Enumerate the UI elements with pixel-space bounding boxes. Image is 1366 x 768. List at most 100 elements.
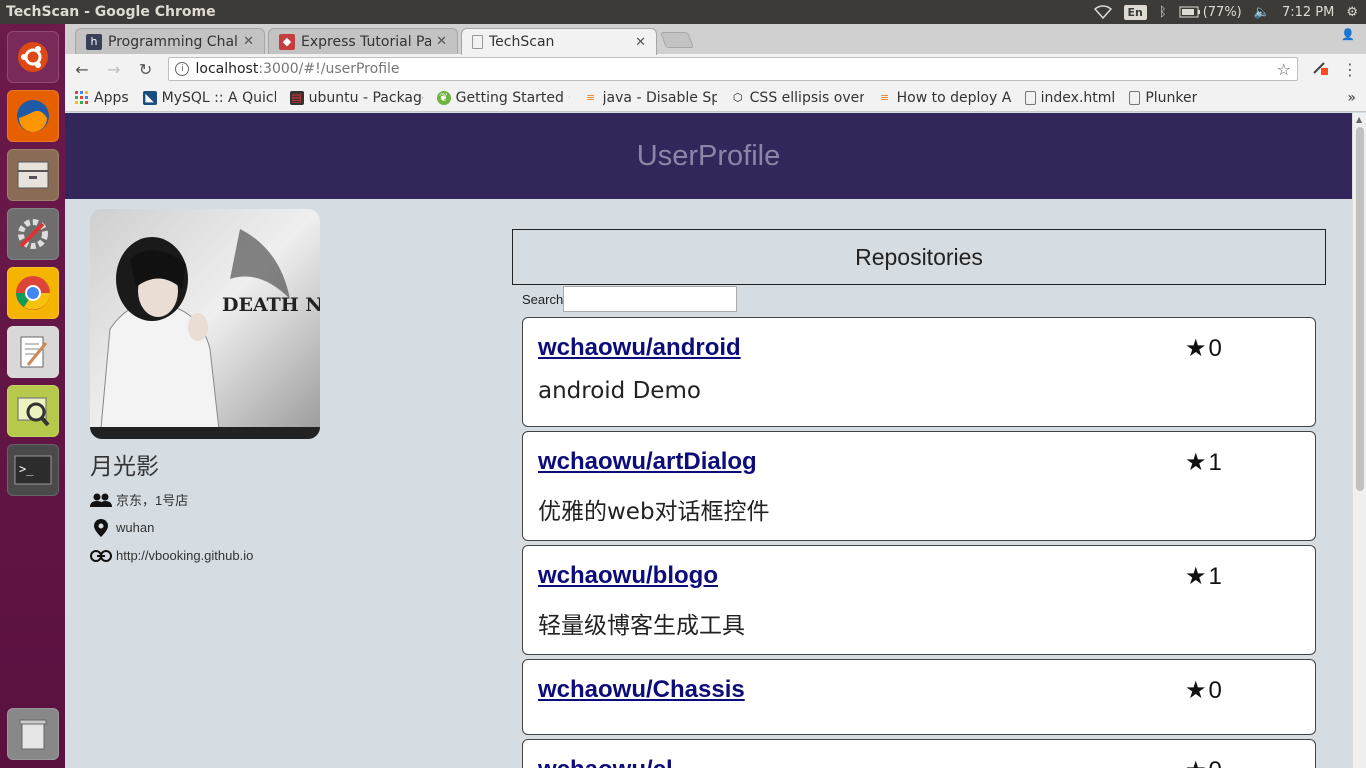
star-icon: ★ [1185, 677, 1207, 704]
bookmarks-bar: Apps ◣ MySQL :: A Quick ▤ ubuntu - Packa… [65, 84, 1366, 112]
profile-icon[interactable]: 👤 [1338, 28, 1358, 44]
trash-icon[interactable] [6, 708, 59, 760]
settings-gear-icon[interactable]: ⚙ [1346, 5, 1358, 20]
search-label: Search [522, 291, 564, 307]
menu-kebab-icon[interactable]: ⋮ [1342, 60, 1358, 79]
toolbar: ← → ↻ i localhost :3000/#!/userProfile ☆… [65, 54, 1366, 84]
bookmark-plunker[interactable]: Plunker [1129, 90, 1197, 106]
tab-techscan[interactable]: TechScan ✕ [461, 28, 657, 55]
indicators: En ᛒ (77%) 🔈 7:12 PM ⚙ [1093, 4, 1366, 20]
forward-arrow-icon[interactable]: → [105, 60, 123, 79]
star-count: 0 [1208, 676, 1222, 704]
reload-icon[interactable]: ↻ [137, 60, 155, 79]
battery-percent: (77%) [1202, 4, 1242, 20]
bluetooth-icon[interactable]: ᛒ [1159, 5, 1167, 20]
page-icon [1024, 90, 1036, 105]
bookmark-ubuntu-package[interactable]: ▤ ubuntu - Package [289, 89, 423, 106]
battery-indicator[interactable]: (77%) [1179, 5, 1242, 20]
repo-link[interactable]: wchaowu/artDialog [538, 448, 757, 475]
mdn-icon: ◆ [279, 33, 295, 50]
star-icon: ★ [1185, 449, 1207, 476]
image-viewer-icon[interactable] [6, 385, 59, 437]
repo-card: wchaowu/Chassis ★ 0 [522, 659, 1316, 735]
bookmark-label: How to deploy A [896, 89, 1011, 106]
close-icon[interactable]: ✕ [436, 34, 447, 49]
address-bar[interactable]: i localhost :3000/#!/userProfile ☆ [168, 57, 1298, 81]
search-input[interactable] [563, 286, 738, 312]
page-title: UserProfile [636, 139, 781, 172]
star-count: 1 [1208, 562, 1222, 590]
keyboard-layout-indicator[interactable]: En [1123, 4, 1147, 20]
repo-link[interactable]: wchaowu/cl [538, 756, 673, 768]
files-icon[interactable] [6, 149, 59, 201]
page-icon [1129, 90, 1141, 105]
bookmark-index-html[interactable]: index.html [1024, 90, 1115, 106]
star-icon: ★ [1185, 563, 1207, 590]
repo-description: 优雅的web对话框控件 [538, 499, 770, 525]
close-icon[interactable]: ✕ [243, 34, 254, 49]
repo-card: wchaowu/blogo ★ 1 轻量级博客生成工具 [522, 545, 1316, 655]
bookmark-label: Apps [94, 89, 129, 106]
bookmark-mysql[interactable]: ◣ MySQL :: A Quick [142, 90, 276, 106]
location-text: wuhan [116, 520, 155, 535]
tab-strip: h Programming Chall ✕ ◆ Express Tutorial… [65, 24, 1366, 55]
avatar: DEATH NOTE [90, 209, 320, 439]
bookmark-label: ubuntu - Package [308, 89, 423, 106]
terminal-icon[interactable]: >_ [6, 444, 59, 496]
top-panel: TechScan - Google Chrome En ᛒ (77%) 🔈 7:… [0, 0, 1366, 24]
star-count: 0 [1208, 334, 1222, 362]
repo-description: android Demo [538, 378, 701, 404]
bookmark-label: java - Disable Spr [602, 89, 717, 106]
battery-icon [1179, 6, 1200, 18]
repo-stars: ★ 0 [1185, 676, 1222, 705]
scrollbar-thumb[interactable] [1356, 127, 1364, 491]
vertical-scrollbar[interactable]: ▲ [1352, 113, 1366, 768]
repositories-panel: Repositories Search wchaowu/android ★ 0 … [512, 229, 1326, 768]
bookmark-apps[interactable]: Apps [75, 90, 129, 106]
search-row: Search [522, 285, 1326, 313]
bookmark-getting-started[interactable]: ❦ Getting Started · [436, 90, 570, 106]
tab-express-tutorial[interactable]: ◆ Express Tutorial Pa ✕ [268, 28, 458, 54]
clock[interactable]: 7:12 PM [1282, 5, 1334, 20]
scroll-up-arrow-icon[interactable]: ▲ [1356, 115, 1362, 124]
text-editor-icon[interactable] [6, 326, 59, 378]
star-icon: ★ [1185, 335, 1207, 362]
repo-stars: ★ 0 [1185, 756, 1222, 768]
firefox-icon[interactable] [6, 90, 59, 142]
stackoverflow-icon: ≡ [880, 91, 890, 104]
star-count: 1 [1208, 448, 1222, 476]
volume-icon[interactable]: 🔈 [1254, 5, 1270, 20]
profile-location: wuhan [90, 518, 390, 537]
mysql-icon: ◣ [142, 90, 157, 105]
bookmark-css-ellipsis[interactable]: ⬡ CSS ellipsis over [731, 90, 864, 106]
info-icon[interactable]: i [175, 62, 190, 76]
bookmark-star-icon[interactable]: ☆ [1277, 60, 1291, 79]
ubuntu-packages-icon: ▤ [289, 90, 304, 105]
new-tab-button[interactable] [660, 32, 694, 48]
extension-eyedropper-icon[interactable] [1312, 59, 1328, 79]
company-text: 京东，1号店 [116, 493, 189, 508]
wifi-icon[interactable] [1093, 5, 1112, 19]
back-arrow-icon[interactable]: ← [73, 60, 91, 79]
page-icon [472, 35, 483, 49]
repo-stars: ★ 0 [1185, 334, 1222, 363]
blog-link[interactable]: http://vbooking.github.io [116, 548, 253, 563]
tab-title: Programming Chall [108, 33, 238, 50]
url-host: localhost [195, 61, 259, 77]
chrome-icon[interactable] [6, 267, 59, 319]
close-icon[interactable]: ✕ [635, 35, 646, 50]
repo-card: wchaowu/android ★ 0 android Demo [522, 317, 1316, 427]
ubuntu-logo-icon[interactable] [6, 31, 59, 83]
bookmark-how-to-deploy[interactable]: ≡ How to deploy A [878, 90, 1011, 106]
repo-link[interactable]: wchaowu/android [538, 334, 741, 361]
bookmark-java-disable[interactable]: ≡ java - Disable Spr [584, 90, 717, 106]
location-pin-icon [90, 518, 112, 537]
repo-link[interactable]: wchaowu/Chassis [538, 676, 745, 703]
link-icon [90, 549, 112, 562]
repo-link[interactable]: wchaowu/blogo [538, 562, 718, 589]
tab-programming-challenges[interactable]: h Programming Chall ✕ [75, 28, 265, 54]
profile-blog: http://vbooking.github.io [90, 546, 390, 565]
system-settings-icon[interactable] [6, 208, 59, 260]
repo-stars: ★ 1 [1185, 562, 1222, 591]
chevron-more-icon[interactable]: » [1347, 90, 1356, 106]
